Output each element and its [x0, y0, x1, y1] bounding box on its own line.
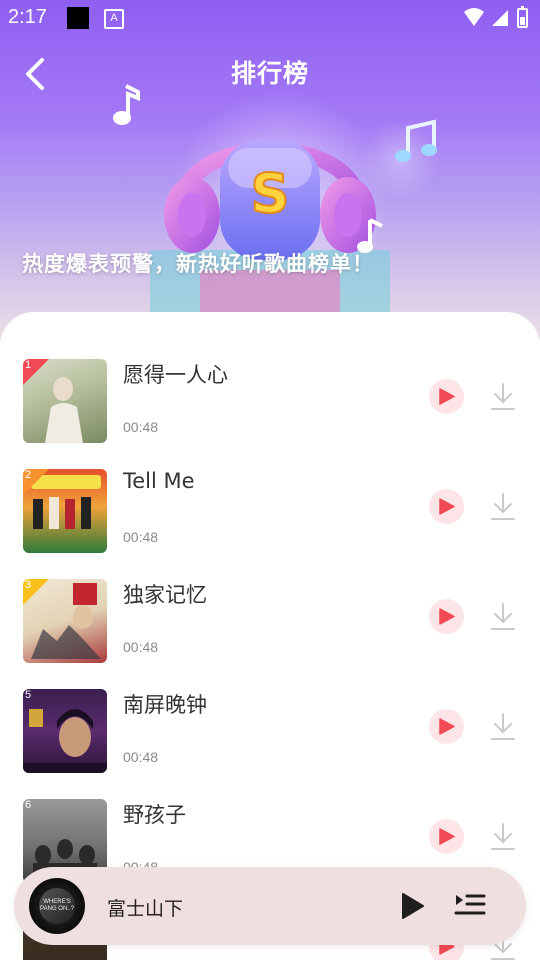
mini-player[interactable]: WHERE'S PANG ON..? 富士山下: [14, 867, 526, 945]
song-title: Tell Me: [123, 469, 195, 493]
play-icon: [402, 893, 424, 919]
song-duration: 00:48: [123, 529, 159, 545]
album-cover: 1: [23, 359, 107, 443]
download-button[interactable]: [488, 491, 518, 523]
song-title: 独家记忆: [123, 583, 207, 607]
microphone-headphones-illustration: S: [150, 140, 390, 320]
song-title: 野孩子: [123, 803, 186, 827]
song-row[interactable]: 3 独家记忆 00:48: [0, 579, 540, 665]
mini-play-button[interactable]: [400, 891, 426, 921]
play-icon: [439, 828, 455, 845]
download-icon: [491, 383, 515, 410]
status-time: 2:17: [8, 6, 47, 28]
svg-text:S: S: [251, 162, 290, 225]
play-button[interactable]: [429, 709, 464, 744]
song-row[interactable]: 2 Tell Me 00:48: [0, 469, 540, 555]
playlist-icon: [454, 894, 486, 915]
signal-icon: [492, 10, 508, 26]
disc-label: WHERE'S PANG ON..?: [40, 899, 74, 912]
rank-number: 1: [25, 359, 32, 371]
rank-number: 5: [25, 689, 32, 701]
song-duration: 00:48: [123, 749, 159, 765]
song-row[interactable]: 5 南屏晚钟 00:48: [0, 689, 540, 775]
play-button[interactable]: [429, 489, 464, 524]
hero-banner: S 2:17 A 排行榜 热度爆表预警，新热好听歌曲榜单！: [0, 0, 540, 340]
song-duration: 00:48: [123, 419, 159, 435]
song-title: 愿得一人心: [123, 363, 228, 387]
rank-number: 3: [25, 579, 32, 591]
download-button[interactable]: [488, 381, 518, 413]
download-icon: [491, 823, 515, 850]
page-title: 排行榜: [230, 59, 309, 88]
album-cover: 3: [23, 579, 107, 663]
notification-app-icon: [67, 7, 89, 29]
battery-icon: [517, 6, 528, 28]
play-icon: [439, 718, 455, 735]
play-button[interactable]: [429, 379, 464, 414]
song-title: 南屏晚钟: [123, 693, 207, 717]
music-note-icon: [395, 119, 437, 162]
download-icon: [491, 603, 515, 630]
now-playing-title: 富士山下: [107, 898, 184, 920]
download-icon: [491, 713, 515, 740]
rank-number: 2: [25, 469, 32, 481]
status-icons: [462, 6, 532, 30]
play-icon: [439, 608, 455, 625]
download-button[interactable]: [488, 821, 518, 853]
notification-a-icon: A: [104, 9, 124, 29]
status-bar: 2:17 A: [0, 0, 540, 36]
playlist-button[interactable]: [454, 891, 486, 921]
download-button[interactable]: [488, 601, 518, 633]
wifi-icon: [464, 8, 484, 26]
song-duration: 00:48: [123, 639, 159, 655]
rank-number: 6: [25, 799, 32, 811]
song-row[interactable]: 1 愿得一人心 00:48: [0, 359, 540, 445]
album-cover: 5: [23, 689, 107, 773]
hero-slogan: 热度爆表预警，新热好听歌曲榜单！: [22, 252, 374, 276]
play-button[interactable]: [429, 819, 464, 854]
play-button[interactable]: [429, 599, 464, 634]
download-button[interactable]: [488, 711, 518, 743]
download-icon: [491, 493, 515, 520]
album-cover: 2: [23, 469, 107, 553]
now-playing-cover: WHERE'S PANG ON..?: [29, 878, 85, 934]
play-icon: [439, 498, 455, 515]
play-icon: [439, 388, 455, 405]
